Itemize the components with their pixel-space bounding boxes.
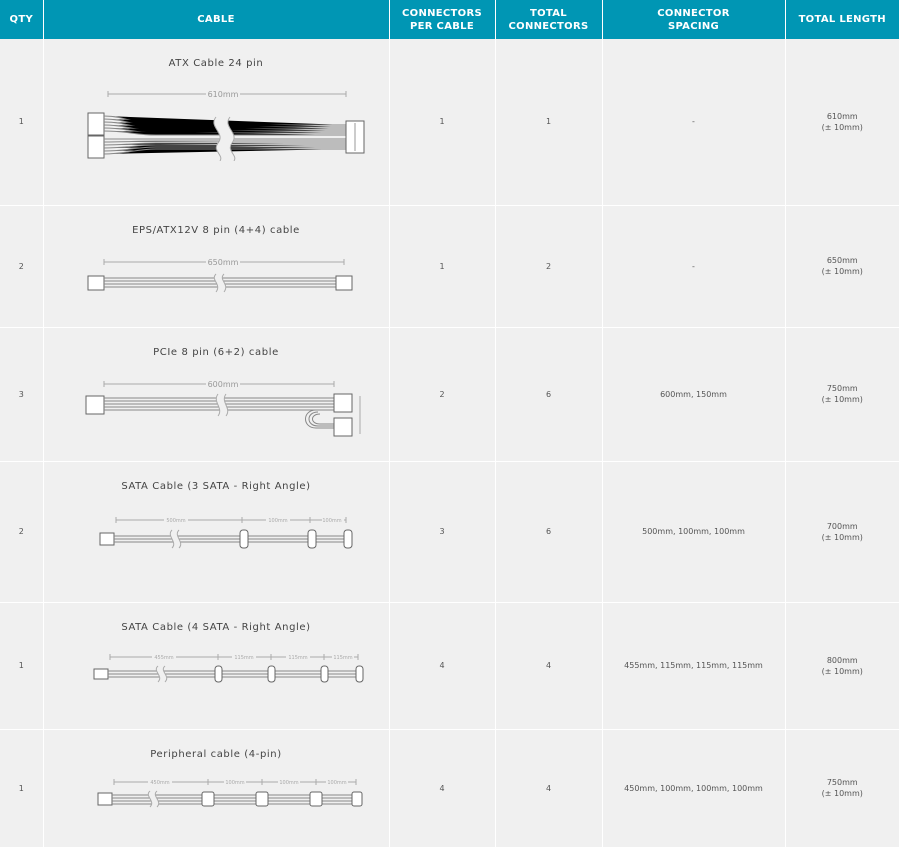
spacing-label: 115mm xyxy=(234,655,253,661)
connectors-per-cable-cell: 3 xyxy=(389,461,496,603)
connector-spacing-cell: 600mm, 150mm xyxy=(602,327,786,462)
peripheral-4pin-cable-icon: 450mm 100mm 100mm 100mm xyxy=(97,777,363,807)
header-connectors-per-cable: CONNECTORS PER CABLE xyxy=(389,0,496,39)
table-row: 1 Peripheral cable (4-pin) 450mm 100mm 1… xyxy=(0,729,899,847)
total-length-cell: 610mm (± 10mm) xyxy=(785,39,899,206)
atx-24pin-cable-icon: 610mm xyxy=(87,88,365,161)
cable-cell: ATX Cable 24 pin 610mm xyxy=(43,39,390,206)
length-label: 600mm xyxy=(208,380,239,389)
connector-spacing-cell: - xyxy=(602,39,786,206)
sata-4-cable-icon: 455mm 115mm 115mm 115mm xyxy=(93,652,364,682)
connectors-per-cable-cell: 1 xyxy=(389,39,496,206)
connector-spacing-cell: 450mm, 100mm, 100mm, 100mm xyxy=(602,729,786,847)
table-row: 3 PCIe 8 pin (6+2) cable 600mm 2 6 600mm… xyxy=(0,327,899,462)
total-length-cell: 650mm (± 10mm) xyxy=(785,205,899,328)
cable-name: EPS/ATX12V 8 pin (4+4) cable xyxy=(132,224,300,236)
header-connector-spacing: CONNECTOR SPACING xyxy=(602,0,786,39)
cable-name: SATA Cable (4 SATA - Right Angle) xyxy=(121,621,311,633)
header-qty: QTY xyxy=(0,0,44,39)
total-length-cell: 750mm (± 10mm) xyxy=(785,327,899,462)
header-total-connectors: TOTAL CONNECTORS xyxy=(495,0,603,39)
cable-name: Peripheral cable (4-pin) xyxy=(150,748,282,760)
spacing-label: 100mm xyxy=(322,518,341,524)
table-row: 2 SATA Cable (3 SATA - Right Angle) 500m… xyxy=(0,461,899,603)
total-connectors-cell: 2 xyxy=(495,205,603,328)
total-connectors-cell: 6 xyxy=(495,461,603,603)
total-length-cell: 700mm (± 10mm) xyxy=(785,461,899,603)
cable-name: ATX Cable 24 pin xyxy=(168,58,264,69)
spacing-label: 500mm xyxy=(166,518,185,524)
connector-spacing-cell: 455mm, 115mm, 115mm, 115mm xyxy=(602,602,786,730)
qty-cell: 2 xyxy=(0,461,44,603)
spacing-label: 455mm xyxy=(154,655,173,661)
cable-cell: SATA Cable (3 SATA - Right Angle) 500mm … xyxy=(43,461,390,603)
cable-cell: EPS/ATX12V 8 pin (4+4) cable 650mm xyxy=(43,205,390,328)
table-row: 1 SATA Cable (4 SATA - Right Angle) 455m… xyxy=(0,602,899,730)
cable-name: PCIe 8 pin (6+2) cable xyxy=(153,346,279,358)
length-label: 650mm xyxy=(208,258,239,267)
cable-name: SATA Cable (3 SATA - Right Angle) xyxy=(121,480,311,492)
qty-cell: 1 xyxy=(0,602,44,730)
spacing-label: 115mm xyxy=(288,655,307,661)
connector-spacing-cell: - xyxy=(602,205,786,328)
spacing-label: 100mm xyxy=(327,780,346,786)
total-connectors-cell: 6 xyxy=(495,327,603,462)
connectors-per-cable-cell: 2 xyxy=(389,327,496,462)
cable-spec-table: QTY CABLE CONNECTORS PER CABLE TOTAL CONNE… xyxy=(0,0,899,847)
spacing-label: 100mm xyxy=(279,780,298,786)
connectors-per-cable-cell: 4 xyxy=(389,602,496,730)
header-total-length: TOTAL LENGTH xyxy=(785,0,899,39)
cable-cell: SATA Cable (4 SATA - Right Angle) 455mm … xyxy=(43,602,390,730)
sata-3-cable-icon: 500mm 100mm 100mm xyxy=(99,515,353,548)
connectors-per-cable-cell: 4 xyxy=(389,729,496,847)
length-label: 610mm xyxy=(208,90,239,99)
spacing-label: 115mm xyxy=(333,655,352,661)
qty-cell: 2 xyxy=(0,205,44,328)
qty-cell: 1 xyxy=(0,729,44,847)
spacing-label: 450mm xyxy=(150,780,169,786)
qty-cell: 3 xyxy=(0,327,44,462)
table-row: 1 ATX Cable 24 pin 610mm 1 1 - 610mm (± … xyxy=(0,39,899,206)
header-cable: CABLE xyxy=(43,0,390,39)
table-header-row: QTY CABLE CONNECTORS PER CABLE TOTAL CONNE… xyxy=(0,0,899,39)
total-connectors-cell: 1 xyxy=(495,39,603,206)
eps-8pin-cable-icon: 650mm xyxy=(87,255,353,292)
total-length-cell: 800mm (± 10mm) xyxy=(785,602,899,730)
cable-cell: PCIe 8 pin (6+2) cable 600mm xyxy=(43,327,390,462)
connectors-per-cable-cell: 1 xyxy=(389,205,496,328)
spacing-label: 100mm xyxy=(225,780,244,786)
table-row: 2 EPS/ATX12V 8 pin (4+4) cable 650mm 1 2… xyxy=(0,205,899,328)
total-connectors-cell: 4 xyxy=(495,729,603,847)
cable-cell: Peripheral cable (4-pin) 450mm 100mm 100… xyxy=(43,729,390,847)
connector-spacing-cell: 500mm, 100mm, 100mm xyxy=(602,461,786,603)
qty-cell: 1 xyxy=(0,39,44,206)
pcie-8pin-cable-icon: 600mm xyxy=(85,377,361,436)
total-connectors-cell: 4 xyxy=(495,602,603,730)
spacing-label: 100mm xyxy=(268,518,287,524)
total-length-cell: 750mm (± 10mm) xyxy=(785,729,899,847)
